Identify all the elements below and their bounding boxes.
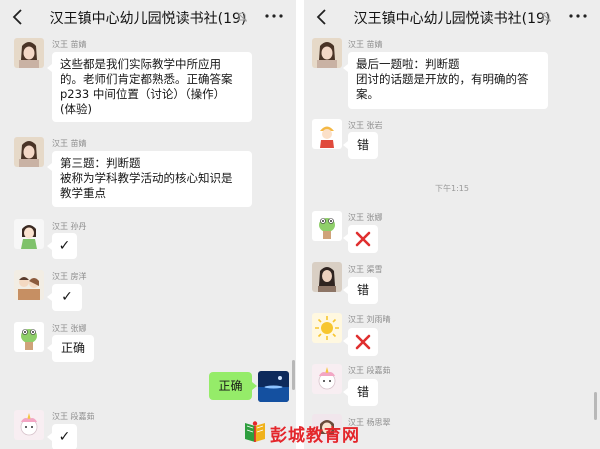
avatar-self[interactable] <box>258 371 289 402</box>
avatar[interactable] <box>14 322 44 352</box>
sender-name: 汉王 孙丹 <box>52 222 87 231</box>
avatar-sun-icon <box>312 313 342 343</box>
avatar-frog-cartoon <box>14 322 44 352</box>
avatar-unicorn-cartoon <box>14 410 44 440</box>
avatar-girl-photo <box>14 137 44 167</box>
sender-name: 汉王 苗婧 <box>52 139 87 148</box>
scrollbar[interactable] <box>292 360 295 390</box>
avatar-night-lake-photo <box>258 371 289 402</box>
message-bubble[interactable]: ✓ <box>52 284 82 311</box>
avatar-woman-photo <box>312 262 342 292</box>
avatar-couple-cartoon <box>14 270 44 300</box>
message-text: 正确 <box>218 379 243 393</box>
chat-window-right: 汉王镇中心幼儿园悦读书社(19) 汉王 苗婧 最后一题啦：判断题 团讨的话题是开… <box>304 0 600 449</box>
more-dots-icon[interactable] <box>566 6 590 26</box>
message-bubble[interactable]: 错 <box>348 277 378 304</box>
message-line: 最后一题啦：判断题 <box>356 57 460 71</box>
avatar[interactable] <box>14 38 44 68</box>
book-logo-icon <box>245 421 265 442</box>
time-separator: 下午1:15 <box>435 184 469 193</box>
avatar[interactable] <box>312 313 342 343</box>
message-line: 团讨的话题是开放的，有明确的答 <box>356 72 529 86</box>
bubble-tail <box>252 382 257 390</box>
avatar[interactable] <box>312 119 342 149</box>
avatar-frog-cartoon <box>312 211 342 241</box>
message-bubble[interactable]: ✓ <box>52 233 77 259</box>
avatar[interactable] <box>312 364 342 394</box>
message-bubble[interactable] <box>348 328 378 356</box>
sender-name: 汉王 张娜 <box>52 324 87 333</box>
scrollbar[interactable] <box>594 392 597 420</box>
message-bubble[interactable]: 最后一题啦：判断题 团讨的话题是开放的，有明确的答 案。 <box>348 52 548 109</box>
watermark-text: 彭城教育网 <box>270 426 360 446</box>
avatar[interactable] <box>312 262 342 292</box>
message-bubble[interactable]: 这些都是我们实际教学中所应用 的。老师们肯定都熟悉。正确答案 p233 中间位置… <box>52 52 252 122</box>
sender-name: 汉王 段嘉茹 <box>52 412 95 421</box>
message-line: 案。 <box>356 87 379 101</box>
sender-name: 汉王 段嘉茹 <box>348 366 391 375</box>
message-bubble[interactable]: 错 <box>348 379 378 406</box>
avatar-cartoon-girl <box>14 219 44 249</box>
chat-title: 汉王镇中心幼儿园悦读书社(19) <box>49 11 247 27</box>
avatar[interactable] <box>312 211 342 241</box>
chat-window-left: 汉王镇中心幼儿园悦读书社(19) 汉王 苗婧 这些都是我们实际教学中所应用 的。… <box>0 0 296 449</box>
more-dots-icon[interactable] <box>262 6 286 26</box>
avatar[interactable] <box>312 38 342 68</box>
message-bubble[interactable] <box>348 225 378 253</box>
check-mark: ✓ <box>61 289 73 305</box>
avatar[interactable] <box>14 410 44 440</box>
message-text: 正确 <box>60 341 85 355</box>
message-line: 第三题：判断题 <box>60 156 141 170</box>
chat-title: 汉王镇中心幼儿园悦读书社(19) <box>353 11 551 27</box>
watermark-logo: 彭城教育网 <box>243 419 373 446</box>
sender-name: 汉王 苗婧 <box>348 40 383 49</box>
avatar[interactable] <box>14 270 44 300</box>
message-line: 的。老师们肯定都熟悉。正确答案 <box>60 72 233 86</box>
cross-mark-icon <box>355 334 371 350</box>
message-line: (体验) <box>60 102 92 116</box>
bell-muted-icon <box>540 12 552 22</box>
message-text: 错 <box>356 283 369 297</box>
message-line: 这些都是我们实际教学中所应用 <box>60 57 221 71</box>
avatar-unicorn-cartoon <box>312 364 342 394</box>
message-bubble[interactable]: 错 <box>348 132 378 159</box>
avatar-girl-photo <box>14 38 44 68</box>
check-mark: ✓ <box>58 238 71 254</box>
message-line: 教学重点 <box>60 186 106 200</box>
sender-name: 汉王 渠雪 <box>348 265 383 274</box>
avatar[interactable] <box>14 137 44 167</box>
chat-header: 汉王镇中心幼儿园悦读书社(19) <box>304 0 600 34</box>
bell-muted-icon <box>236 12 248 22</box>
avatar-girl-photo <box>312 38 342 68</box>
message-text: 错 <box>356 138 369 152</box>
message-text: 错 <box>356 385 369 399</box>
sender-name: 汉王 苗婧 <box>52 40 87 49</box>
message-bubble[interactable]: ✓ <box>52 424 77 449</box>
avatar[interactable] <box>14 219 44 249</box>
message-line: p233 中间位置（讨论）（操作） <box>60 87 226 101</box>
chat-header: 汉王镇中心幼儿园悦读书社(19) <box>0 0 296 34</box>
message-bubble[interactable]: 第三题：判断题 被称为学科教学活动的核心知识是 教学重点 <box>52 151 252 207</box>
cross-mark-icon <box>355 231 371 247</box>
message-line: 被称为学科教学活动的核心知识是 <box>60 171 233 185</box>
sender-name: 汉王 张娜 <box>348 213 383 222</box>
panel-divider <box>296 0 304 449</box>
sender-name: 汉王 刘雨晴 <box>348 315 391 324</box>
sender-name: 汉王 房洋 <box>52 272 87 281</box>
avatar-kid-cartoon <box>312 119 342 149</box>
sender-name: 汉王 张岩 <box>348 121 383 130</box>
message-bubble[interactable]: 正确 <box>209 372 252 400</box>
check-mark: ✓ <box>58 429 71 445</box>
message-bubble[interactable]: 正确 <box>52 335 94 362</box>
